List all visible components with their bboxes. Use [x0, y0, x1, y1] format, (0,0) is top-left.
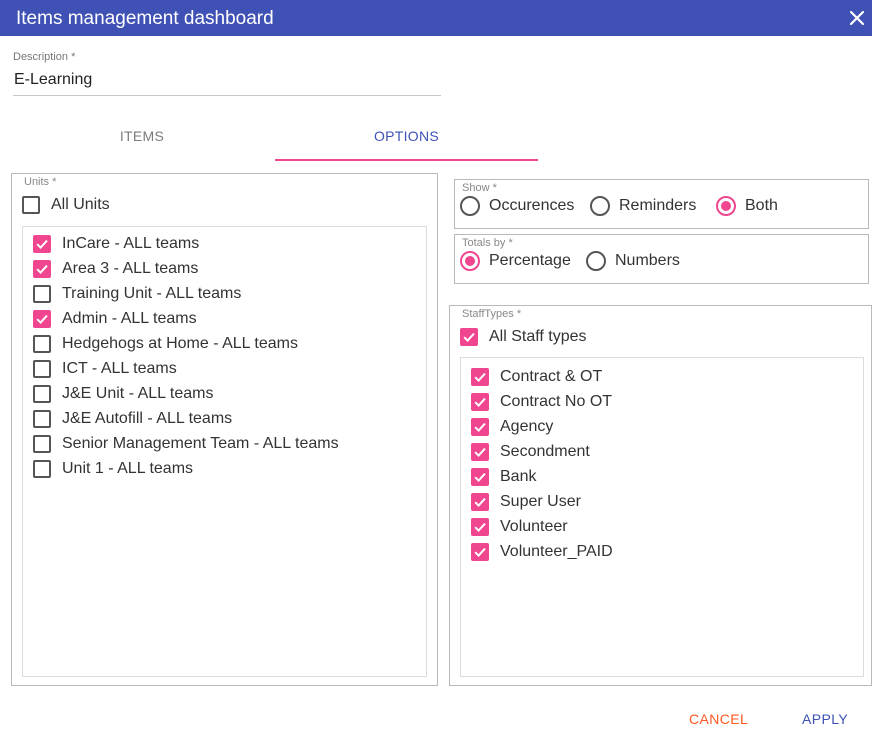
staff-types-legend: StaffTypes * — [462, 308, 522, 320]
checkbox-unchecked-icon — [33, 285, 51, 303]
checkbox-checked-icon — [471, 393, 489, 411]
unit-item-senior-management-team-all-teams-label: Senior Management Team - ALL teams — [62, 435, 339, 452]
tab-options[interactable]: OPTIONS — [275, 128, 538, 144]
unit-item-j-e-autofill-all-teams-label: J&E Autofill - ALL teams — [62, 410, 233, 427]
unit-item-ict-all-teams[interactable]: ICT - ALL teams — [33, 358, 177, 380]
checkbox-unchecked-icon — [33, 385, 51, 403]
checkbox-checked-icon — [471, 543, 489, 561]
unit-item-area-3-all-teams-label: Area 3 - ALL teams — [62, 260, 199, 277]
tab-items[interactable]: ITEMS — [10, 128, 274, 144]
unit-item-area-3-all-teams[interactable]: Area 3 - ALL teams — [33, 258, 198, 280]
unit-item-hedgehogs-at-home-all-teams[interactable]: Hedgehogs at Home - ALL teams — [33, 333, 298, 355]
unit-item-j-e-unit-all-teams[interactable]: J&E Unit - ALL teams — [33, 383, 213, 405]
totals-radio-percentage-label: Percentage — [489, 252, 571, 269]
staff-type-item-secondment-label: Secondment — [500, 443, 590, 460]
radio-selected-icon — [460, 251, 480, 271]
unit-item-training-unit-all-teams[interactable]: Training Unit - ALL teams — [33, 283, 241, 305]
cancel-button[interactable]: CANCEL — [689, 711, 748, 727]
show-radio-occurences[interactable]: Occurences — [460, 195, 574, 217]
checkbox-checked-icon — [471, 493, 489, 511]
dialog-titlebar: Items management dashboard — [0, 0, 872, 36]
staff-type-item-contract-no-ot-label: Contract No OT — [500, 393, 613, 410]
dialog-title: Items management dashboard — [16, 8, 274, 29]
checkbox-unchecked-icon — [33, 460, 51, 478]
unit-item-unit-1-all-teams-label: Unit 1 - ALL teams — [62, 460, 194, 477]
show-radio-both[interactable]: Both — [716, 195, 778, 217]
unit-item-training-unit-all-teams-label: Training Unit - ALL teams — [62, 285, 242, 302]
totals-legend: Totals by * — [462, 237, 513, 249]
radio-unselected-icon — [460, 196, 480, 216]
all-staff-types-checkbox[interactable]: All Staff types — [460, 326, 587, 348]
active-tab-indicator — [275, 159, 538, 161]
checkbox-checked-icon — [471, 468, 489, 486]
checkbox-checked-icon — [33, 310, 51, 328]
staff-type-item-volunteer-paid[interactable]: Volunteer_PAID — [471, 541, 613, 563]
radio-selected-icon — [716, 196, 736, 216]
staff-type-item-contract-no-ot[interactable]: Contract No OT — [471, 391, 612, 413]
staff-type-item-bank[interactable]: Bank — [471, 466, 536, 488]
description-label: Description * — [13, 51, 76, 63]
totals-radio-percentage[interactable]: Percentage — [460, 250, 571, 272]
unit-item-incare-all-teams[interactable]: InCare - ALL teams — [33, 233, 199, 255]
staff-type-item-secondment[interactable]: Secondment — [471, 441, 590, 463]
totals-radio-numbers-label: Numbers — [615, 252, 680, 269]
unit-item-admin-all-teams[interactable]: Admin - ALL teams — [33, 308, 197, 330]
staff-type-item-volunteer-paid-label: Volunteer_PAID — [500, 543, 613, 560]
checkbox-checked-icon — [33, 260, 51, 278]
all-units-checkbox[interactable]: All Units — [22, 194, 110, 216]
checkbox-checked-icon — [471, 443, 489, 461]
units-legend: Units * — [24, 176, 57, 188]
show-radio-occurences-label: Occurences — [489, 197, 575, 214]
all-units-label: All Units — [51, 196, 110, 213]
checkbox-checked-icon — [33, 235, 51, 253]
checkbox-checked-icon — [471, 518, 489, 536]
staff-type-item-volunteer[interactable]: Volunteer — [471, 516, 568, 538]
unit-item-j-e-autofill-all-teams[interactable]: J&E Autofill - ALL teams — [33, 408, 232, 430]
unit-item-j-e-unit-all-teams-label: J&E Unit - ALL teams — [62, 385, 214, 402]
unit-item-unit-1-all-teams[interactable]: Unit 1 - ALL teams — [33, 458, 193, 480]
staff-type-item-volunteer-label: Volunteer — [500, 518, 568, 535]
description-underline — [13, 95, 441, 96]
radio-unselected-icon — [586, 251, 606, 271]
unit-item-senior-management-team-all-teams[interactable]: Senior Management Team - ALL teams — [33, 433, 339, 455]
checkbox-checked-icon — [471, 418, 489, 436]
show-radio-reminders[interactable]: Reminders — [590, 195, 696, 217]
staff-type-item-super-user-label: Super User — [500, 493, 581, 510]
checkbox-unchecked-icon — [33, 435, 51, 453]
totals-radio-numbers[interactable]: Numbers — [586, 250, 680, 272]
radio-unselected-icon — [590, 196, 610, 216]
unit-item-ict-all-teams-label: ICT - ALL teams — [62, 360, 177, 377]
all-staff-types-label: All Staff types — [489, 328, 587, 345]
description-field[interactable]: E-Learning — [14, 71, 92, 89]
unit-item-hedgehogs-at-home-all-teams-label: Hedgehogs at Home - ALL teams — [62, 335, 298, 352]
show-radio-both-label: Both — [745, 197, 778, 214]
unit-item-admin-all-teams-label: Admin - ALL teams — [62, 310, 197, 327]
staff-type-item-bank-label: Bank — [500, 468, 537, 485]
staff-type-item-contract-ot[interactable]: Contract & OT — [471, 366, 602, 388]
staff-type-item-super-user[interactable]: Super User — [471, 491, 581, 513]
close-icon[interactable] — [848, 9, 866, 27]
staff-type-item-contract-ot-label: Contract & OT — [500, 368, 603, 385]
checkbox-unchecked-icon — [33, 335, 51, 353]
staff-type-item-agency[interactable]: Agency — [471, 416, 553, 438]
apply-button[interactable]: APPLY — [802, 711, 848, 727]
show-legend: Show * — [462, 182, 497, 194]
checkbox-box — [460, 328, 478, 346]
checkbox-unchecked-icon — [33, 410, 51, 428]
checkbox-unchecked-icon — [33, 360, 51, 378]
show-radio-reminders-label: Reminders — [619, 197, 697, 214]
checkbox-checked-icon — [471, 368, 489, 386]
unit-item-incare-all-teams-label: InCare - ALL teams — [62, 235, 200, 252]
staff-type-item-agency-label: Agency — [500, 418, 554, 435]
checkbox-box — [22, 196, 40, 214]
